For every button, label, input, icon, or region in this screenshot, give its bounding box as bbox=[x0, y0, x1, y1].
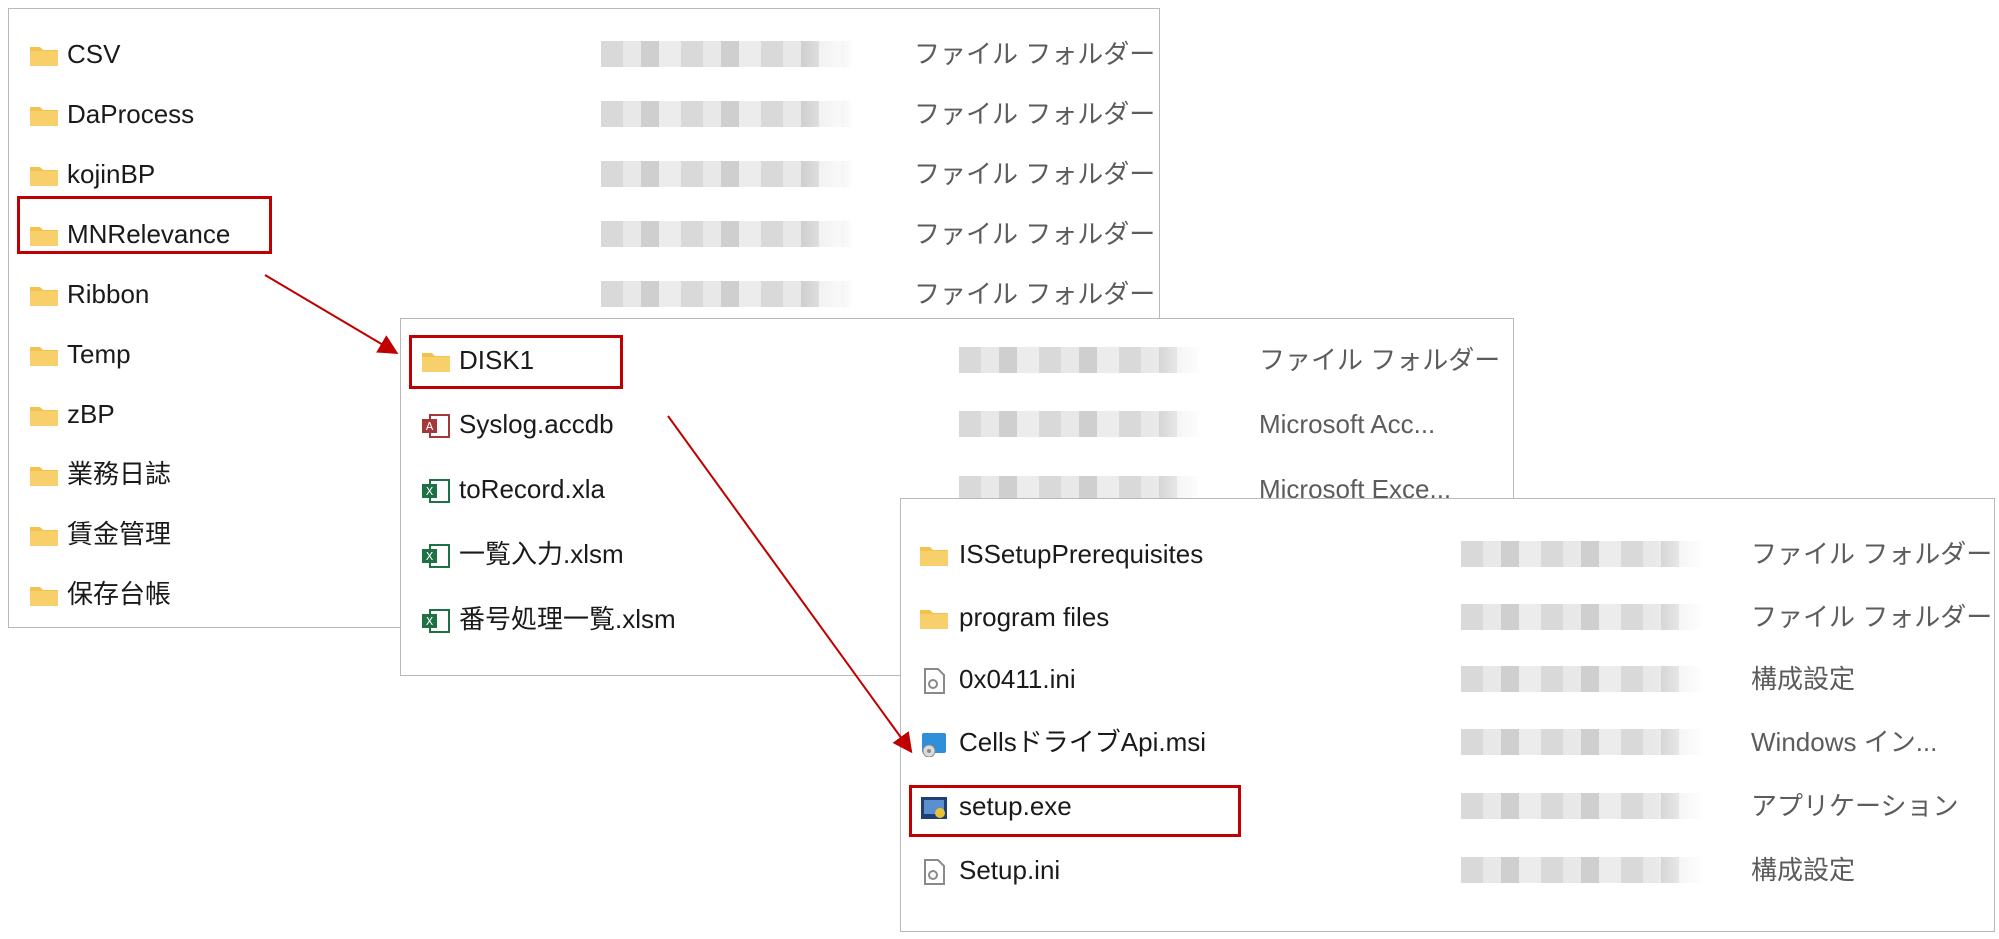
file-name: program files bbox=[959, 602, 1110, 632]
folder-icon bbox=[29, 163, 59, 187]
blurred-date bbox=[601, 41, 851, 67]
blurred-date bbox=[959, 347, 1199, 373]
file-name: 賃金管理 bbox=[67, 519, 172, 549]
blurred-date bbox=[959, 411, 1199, 437]
file-name: DaProcess bbox=[67, 99, 195, 129]
file-name: zBP bbox=[67, 399, 115, 429]
file-name: Syslog.accdb bbox=[459, 409, 614, 439]
file-type: アプリケーション bbox=[1751, 791, 1959, 821]
highlight-box-setup-exe bbox=[909, 785, 1241, 837]
file-name: 0x0411.ini bbox=[959, 664, 1076, 694]
file-row-0x0411-ini[interactable]: 0x0411.ini 構成設定 bbox=[901, 654, 1994, 704]
file-row-csv[interactable]: CSV ファイル フォルダー bbox=[9, 29, 1159, 79]
file-name: ISSetupPrerequisites bbox=[959, 539, 1204, 569]
highlight-box-mnrelevance bbox=[17, 196, 272, 254]
file-name: CSV bbox=[67, 39, 121, 69]
folder-icon bbox=[29, 343, 59, 367]
file-name: Temp bbox=[67, 339, 131, 369]
svg-text:X: X bbox=[426, 550, 434, 563]
svg-text:A: A bbox=[426, 420, 434, 433]
folder-icon bbox=[29, 403, 59, 427]
file-row-syslog-accdb[interactable]: A Syslog.accdb Microsoft Acc... bbox=[401, 399, 1513, 449]
file-type: 構成設定 bbox=[1751, 855, 1856, 885]
svg-text:X: X bbox=[426, 485, 434, 498]
file-type: ファイル フォルダー bbox=[914, 99, 1156, 129]
blurred-date bbox=[1461, 857, 1701, 883]
file-row-kojinbp[interactable]: kojinBP ファイル フォルダー bbox=[9, 149, 1159, 199]
ini-file-icon bbox=[919, 668, 949, 694]
blurred-date bbox=[601, 221, 851, 247]
blurred-date bbox=[1461, 604, 1701, 630]
folder-icon bbox=[919, 606, 949, 630]
folder-icon bbox=[29, 463, 59, 487]
folder-icon bbox=[29, 283, 59, 307]
file-type: ファイル フォルダー bbox=[914, 279, 1156, 309]
file-list-panel-disk1: ISSetupPrerequisites ファイル フォルダー program … bbox=[900, 498, 1995, 932]
file-name: 番号処理一覧.xlsm bbox=[459, 604, 676, 634]
excel-macro-icon: X bbox=[421, 608, 451, 633]
file-row-daprocess[interactable]: DaProcess ファイル フォルダー bbox=[9, 89, 1159, 139]
folder-icon bbox=[29, 103, 59, 127]
file-name: toRecord.xla bbox=[459, 474, 605, 504]
blurred-date bbox=[1461, 541, 1701, 567]
blurred-date bbox=[601, 101, 851, 127]
excel-macro-icon: X bbox=[421, 543, 451, 568]
file-name: Setup.ini bbox=[959, 855, 1061, 885]
blurred-date bbox=[1461, 793, 1701, 819]
file-name: kojinBP bbox=[67, 159, 156, 189]
file-name: 一覧入力.xlsm bbox=[459, 539, 624, 569]
file-type: ファイル フォルダー bbox=[1751, 602, 1993, 632]
folder-icon bbox=[29, 583, 59, 607]
file-type: Microsoft Acc... bbox=[1259, 409, 1436, 439]
file-row-issetupprerequisites[interactable]: ISSetupPrerequisites ファイル フォルダー bbox=[901, 529, 1994, 579]
file-row-ribbon[interactable]: Ribbon ファイル フォルダー bbox=[9, 269, 1159, 319]
file-type: Windows イン... bbox=[1751, 727, 1938, 757]
file-name: CellsドライブApi.msi bbox=[959, 727, 1207, 757]
file-type: ファイル フォルダー bbox=[914, 159, 1156, 189]
msi-file-icon bbox=[919, 731, 949, 758]
file-type: ファイル フォルダー bbox=[914, 39, 1156, 69]
file-type: ファイル フォルダー bbox=[1259, 345, 1501, 375]
file-type: ファイル フォルダー bbox=[1751, 539, 1993, 569]
highlight-box-disk1 bbox=[409, 335, 623, 389]
svg-text:X: X bbox=[426, 615, 434, 628]
access-file-icon: A bbox=[421, 413, 451, 438]
file-row-program-files[interactable]: program files ファイル フォルダー bbox=[901, 592, 1994, 642]
ini-file-icon bbox=[919, 859, 949, 885]
file-row-setup-ini[interactable]: Setup.ini 構成設定 bbox=[901, 845, 1994, 895]
blurred-date bbox=[1461, 729, 1701, 755]
blurred-date bbox=[601, 161, 851, 187]
blurred-date bbox=[1461, 666, 1701, 692]
file-name: 業務日誌 bbox=[67, 459, 172, 489]
file-row-cells-drive-api-msi[interactable]: CellsドライブApi.msi Windows イン... bbox=[901, 717, 1994, 767]
file-type: 構成設定 bbox=[1751, 664, 1856, 694]
folder-icon bbox=[919, 543, 949, 567]
folder-icon bbox=[29, 43, 59, 67]
excel-addin-icon: X bbox=[421, 478, 451, 503]
blurred-date bbox=[601, 281, 851, 307]
file-name: Ribbon bbox=[67, 279, 150, 309]
folder-icon bbox=[29, 523, 59, 547]
file-type: ファイル フォルダー bbox=[914, 219, 1156, 249]
file-name: 保存台帳 bbox=[67, 579, 172, 609]
